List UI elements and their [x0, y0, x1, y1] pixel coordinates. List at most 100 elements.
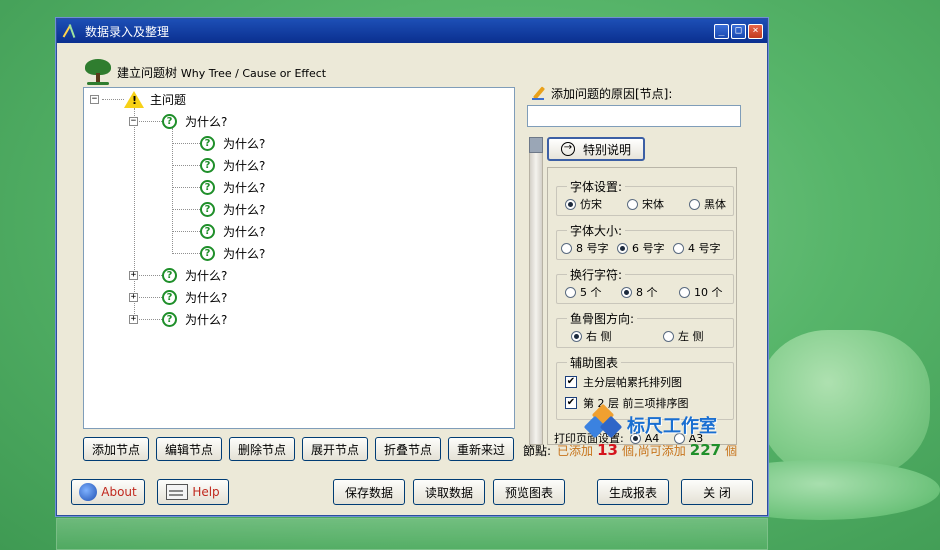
help-button[interactable]: Help: [157, 479, 229, 505]
radio-indicator: [561, 242, 572, 254]
brand-watermark: 标尺工作室: [583, 403, 717, 445]
radio-indicator: [565, 198, 576, 210]
node-label: 为什么?: [223, 158, 266, 173]
vertical-scrollbar[interactable]: [529, 137, 543, 445]
tree-connector: [134, 319, 162, 320]
node-expand-toggle[interactable]: +: [129, 315, 138, 324]
question-icon: ?: [200, 245, 215, 261]
help-doc-icon: [166, 484, 189, 500]
tree-connector: [134, 297, 162, 298]
tree-node-level2[interactable]: ? 为什么?: [200, 200, 265, 218]
radio-songti[interactable]: 宋体: [627, 196, 689, 212]
cause-input[interactable]: [527, 105, 741, 127]
about-button[interactable]: About: [71, 479, 145, 505]
radio-indicator: [621, 286, 632, 298]
warning-icon: !: [124, 90, 144, 108]
tree-connector: [172, 209, 200, 210]
tree-node-level2[interactable]: ? 为什么?: [200, 156, 265, 174]
tree-title-en: Why Tree / Cause or Effect: [180, 66, 327, 80]
delete-node-button[interactable]: 删除节点: [229, 437, 295, 461]
node-label: 为什么?: [185, 114, 228, 129]
settings-panel: 字体设置: 仿宋 宋体 黑体 字体大小: 8 号字 6 号字 4 号字 换行字符…: [547, 167, 737, 445]
checkbox-indicator: ✔: [565, 397, 577, 409]
special-note-label: 特别说明: [582, 142, 631, 157]
group-title: 辅助图表: [570, 356, 619, 370]
close-button[interactable]: 关 闭: [681, 479, 753, 505]
fishbone-direction-group: 鱼骨图方向: 右 侧 左 侧: [556, 310, 734, 348]
question-icon: ?: [162, 311, 177, 327]
radio-indicator: [679, 286, 690, 298]
tree-node-level2[interactable]: ? 为什么?: [200, 222, 265, 240]
edit-node-button[interactable]: 编辑节点: [156, 437, 222, 461]
tree-node-level2[interactable]: ? 为什么?: [200, 178, 265, 196]
window-reflection: [56, 518, 768, 550]
cause-label: 添加问题的原因[节点]:: [531, 85, 672, 102]
tree-node-level1[interactable]: ? 为什么?: [162, 266, 227, 284]
node-label: 为什么?: [223, 136, 266, 151]
node-collapse-toggle[interactable]: −: [129, 117, 138, 126]
root-collapse-toggle[interactable]: −: [90, 95, 99, 104]
tree-connector: [102, 99, 124, 100]
question-icon: ?: [200, 179, 215, 195]
problem-tree[interactable]: − ! 主问题 − ? 为什么? ? 为什么? ? 为什么? ? 为什么? ? …: [83, 87, 515, 429]
radio-size-6[interactable]: 6 号字: [617, 240, 673, 256]
tree-header: 建立问题树 Why Tree / Cause or Effect: [83, 59, 326, 85]
radio-indicator: [663, 330, 674, 342]
title-bar[interactable]: 数据录入及整理 _ □ ×: [57, 19, 767, 43]
tree-connector: [172, 231, 200, 232]
scrollbar-thumb[interactable]: [529, 137, 543, 153]
arrow-right-icon: →: [560, 142, 575, 156]
generate-report-button[interactable]: 生成报表: [597, 479, 669, 505]
preview-chart-button[interactable]: 预览图表: [493, 479, 565, 505]
expand-node-button[interactable]: 展开节点: [302, 437, 368, 461]
group-title: 字体大小:: [570, 224, 623, 238]
radio-wrap-5[interactable]: 5 个: [565, 284, 621, 300]
brand-text: 标尺工作室: [627, 416, 717, 437]
radio-wrap-10[interactable]: 10 个: [679, 284, 723, 300]
radio-size-4[interactable]: 4 号字: [673, 240, 721, 256]
radio-indicator: [673, 242, 684, 254]
reset-button[interactable]: 重新来过: [448, 437, 514, 461]
decorative-cup: [760, 330, 930, 480]
add-node-button[interactable]: 添加节点: [83, 437, 149, 461]
checkbox-pareto[interactable]: ✔ 主分层帕累托排列图: [565, 371, 729, 393]
font-size-group: 字体大小: 8 号字 6 号字 4 号字: [556, 222, 734, 260]
main-window: 数据录入及整理 _ □ × 建立问题树 Why Tree / Cause or …: [56, 18, 768, 516]
read-data-button[interactable]: 读取数据: [413, 479, 485, 505]
close-window-button[interactable]: ×: [748, 23, 763, 39]
radio-direction-left[interactable]: 左 侧: [663, 328, 704, 344]
special-note-button[interactable]: → 特别说明: [547, 137, 645, 161]
tree-connector: [134, 275, 162, 276]
tree-node-level1[interactable]: ? 为什么?: [162, 112, 227, 130]
checkbox-indicator: ✔: [565, 376, 577, 388]
minimize-button[interactable]: _: [714, 23, 729, 39]
save-data-button[interactable]: 保存数据: [333, 479, 405, 505]
tree-node-level1[interactable]: ? 为什么?: [162, 288, 227, 306]
count-suffix: 個: [725, 444, 738, 458]
node-label: 为什么?: [185, 268, 228, 283]
tree-node-level2[interactable]: ? 为什么?: [200, 244, 265, 262]
radio-heiti[interactable]: 黑体: [689, 196, 726, 212]
node-label: 为什么?: [223, 224, 266, 239]
question-icon: ?: [162, 289, 177, 305]
node-label: 为什么?: [223, 202, 266, 217]
wrap-chars-group: 换行字符: 5 个 8 个 10 个: [556, 266, 734, 304]
radio-indicator: [617, 242, 628, 254]
tree-title: 建立问题树 Why Tree / Cause or Effect: [117, 64, 326, 81]
radio-direction-right[interactable]: 右 侧: [571, 328, 663, 344]
tree-node-level2[interactable]: ? 为什么?: [200, 134, 265, 152]
radio-wrap-8[interactable]: 8 个: [621, 284, 679, 300]
tree-connector: [172, 143, 200, 144]
node-label: 为什么?: [185, 290, 228, 305]
node-expand-toggle[interactable]: +: [129, 293, 138, 302]
tree-node-root[interactable]: ! 主问题: [124, 90, 186, 108]
radio-fangsong[interactable]: 仿宋: [565, 196, 627, 212]
tree-connector: [134, 121, 162, 122]
radio-size-8[interactable]: 8 号字: [561, 240, 617, 256]
collapse-node-button[interactable]: 折叠节点: [375, 437, 441, 461]
group-title: 鱼骨图方向:: [570, 312, 635, 326]
node-expand-toggle[interactable]: +: [129, 271, 138, 280]
tree-connector: [172, 187, 200, 188]
maximize-button[interactable]: □: [731, 23, 746, 39]
tree-node-level1[interactable]: ? 为什么?: [162, 310, 227, 328]
